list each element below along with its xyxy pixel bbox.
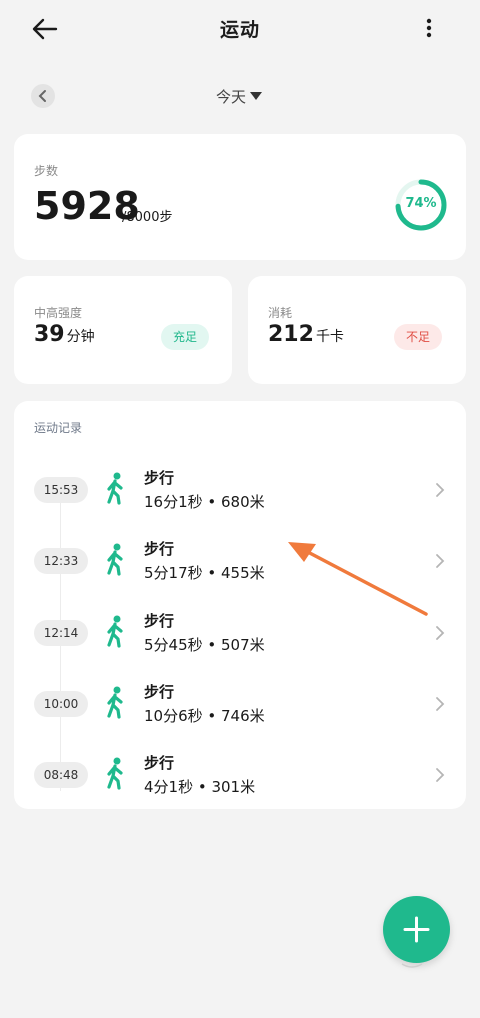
chevron-right-icon (436, 483, 445, 497)
fab-shadow-decoration (401, 963, 423, 968)
record-time: 15:53 (34, 477, 88, 503)
intensity-value: 39 分钟 (34, 322, 95, 347)
record-detail: 10分6秒 • 746米 (144, 707, 265, 725)
chevron-right-icon (436, 554, 445, 568)
walking-person-icon (107, 543, 123, 576)
add-record-button[interactable] (383, 896, 450, 963)
record-type: 步行 (144, 754, 175, 772)
intensity-unit: 分钟 (66, 329, 95, 345)
records-label: 运动记录 (34, 421, 83, 435)
record-row[interactable]: 10:00 步行 10分6秒 • 746米 (14, 675, 466, 745)
chevron-right-icon (436, 626, 445, 640)
record-detail: 5分17秒 • 455米 (144, 564, 265, 582)
record-detail: 5分45秒 • 507米 (144, 636, 265, 654)
previous-day-button[interactable] (31, 84, 55, 108)
chevron-left-icon (38, 90, 46, 102)
record-time: 12:14 (34, 620, 88, 646)
app-header: 运动 (0, 0, 480, 58)
calories-card[interactable]: 消耗 212 千卡 不足 (248, 276, 466, 384)
walking-person-icon (107, 615, 123, 648)
caret-down-icon[interactable] (250, 92, 262, 100)
intensity-label: 中高强度 (34, 306, 83, 320)
chevron-right-icon (436, 768, 445, 782)
date-selector: 今天 (0, 80, 480, 114)
record-row[interactable]: 15:53 步行 16分1秒 • 680米 (14, 461, 466, 531)
plus-icon (403, 916, 430, 943)
steps-progress-text: 74% (405, 196, 437, 211)
calories-unit: 千卡 (315, 329, 344, 345)
record-type: 步行 (144, 540, 175, 558)
record-time: 12:33 (34, 548, 88, 574)
chevron-right-icon (436, 697, 445, 711)
walking-person-icon (107, 686, 123, 719)
calories-label: 消耗 (268, 306, 293, 320)
record-type: 步行 (144, 469, 175, 487)
page-title: 运动 (219, 19, 260, 41)
record-type: 步行 (144, 683, 175, 701)
steps-card[interactable]: 步数 5928 /8000步 74% (14, 134, 466, 260)
annotation-arrow (288, 542, 428, 616)
record-detail: 4分1秒 • 301米 (144, 778, 256, 796)
intensity-card[interactable]: 中高强度 39 分钟 充足 (14, 276, 232, 384)
calories-value: 212 千卡 (268, 322, 344, 347)
steps-goal: /8000步 (122, 210, 173, 225)
record-time: 10:00 (34, 691, 88, 717)
date-label[interactable]: 今天 (216, 86, 246, 107)
walking-person-icon (107, 472, 123, 505)
record-type: 步行 (144, 612, 175, 630)
calories-status-badge: 不足 (394, 324, 443, 350)
more-vertical-icon[interactable] (418, 14, 440, 44)
record-time: 08:48 (34, 762, 88, 788)
record-detail: 16分1秒 • 680米 (144, 493, 265, 511)
steps-label: 步数 (34, 164, 59, 178)
walking-person-icon (107, 757, 123, 790)
intensity-status-badge: 充足 (161, 324, 210, 350)
record-row[interactable]: 08:48 步行 4分1秒 • 301米 (14, 746, 466, 816)
